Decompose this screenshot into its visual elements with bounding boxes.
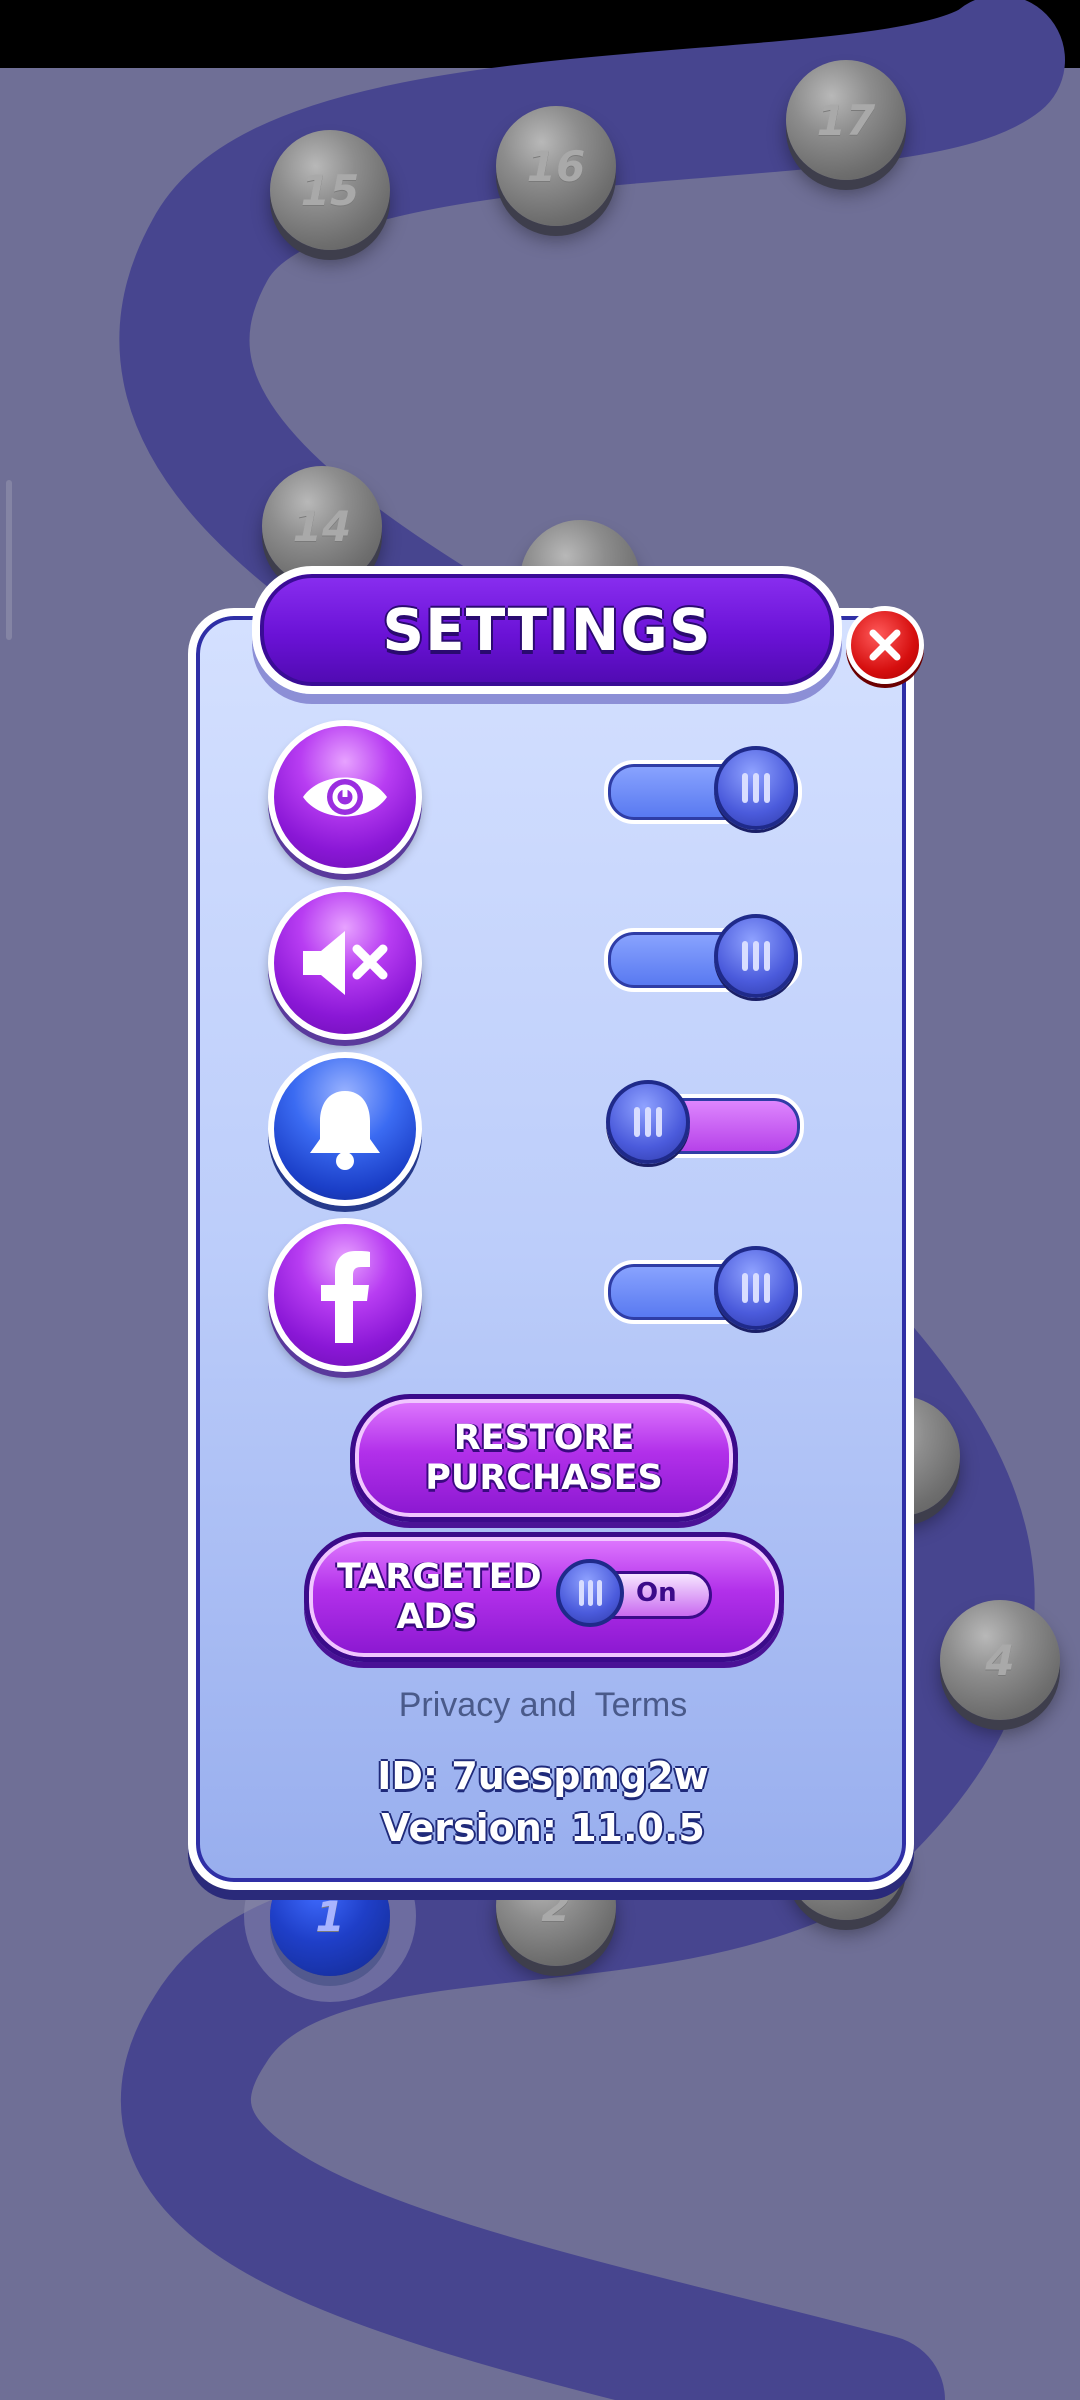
targeted-ads-button[interactable]: TARGETED ADS [304, 1532, 784, 1662]
eye-icon [303, 777, 387, 817]
eye-setting-button[interactable] [268, 720, 422, 874]
eye-toggle[interactable] [604, 746, 802, 830]
sound-setting-button[interactable] [268, 886, 422, 1040]
settings-title-banner: SETTINGS [252, 566, 842, 694]
targeted-ads-toggle-state: On [636, 1578, 677, 1608]
targeted-ads-toggle-knob[interactable] [556, 1559, 624, 1627]
speaker-muted-icon [303, 931, 388, 995]
facebook-icon [321, 1251, 370, 1343]
legal-links: Privacy and Terms [188, 1686, 898, 1725]
app-version: Version: 11.0.5 [381, 1806, 705, 1850]
bell-icon [310, 1091, 380, 1170]
level-node-17[interactable]: 17 [786, 60, 906, 180]
targeted-ads-label: TARGETED ADS [337, 1557, 542, 1637]
facebook-toggle[interactable] [604, 1246, 802, 1330]
close-icon [869, 629, 901, 661]
level-node-4[interactable]: 4 [940, 1600, 1060, 1720]
notifications-toggle-knob[interactable] [606, 1080, 690, 1164]
restore-purchases-button[interactable]: RESTORE PURCHASES [350, 1394, 738, 1522]
privacy-link[interactable]: Privacy and [399, 1686, 577, 1724]
facebook-toggle-knob[interactable] [714, 1246, 798, 1330]
sound-toggle-knob[interactable] [714, 914, 798, 998]
close-button[interactable] [846, 606, 924, 684]
sound-toggle[interactable] [604, 914, 802, 998]
notifications-toggle[interactable] [606, 1080, 804, 1164]
targeted-ads-toggle[interactable]: On [556, 1559, 712, 1627]
notifications-setting-button[interactable] [268, 1052, 422, 1206]
level-node-16[interactable]: 16 [496, 106, 616, 226]
restore-purchases-label: RESTORE PURCHASES [425, 1418, 663, 1498]
settings-title: SETTINGS [382, 596, 712, 664]
level-node-15[interactable]: 15 [270, 130, 390, 250]
terms-link[interactable]: Terms [595, 1686, 688, 1724]
eye-toggle-knob[interactable] [714, 746, 798, 830]
player-id: ID: 7uespmg2w [377, 1754, 709, 1798]
facebook-setting-button[interactable] [268, 1218, 422, 1372]
